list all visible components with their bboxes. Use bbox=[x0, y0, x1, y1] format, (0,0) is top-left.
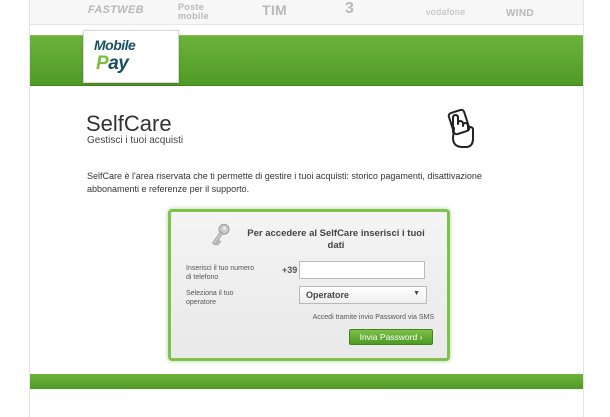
operator-select-value: Operatore bbox=[306, 290, 350, 300]
poste-mobile-logo: Poste mobile bbox=[178, 3, 209, 21]
operator-select[interactable]: Operatore ▼ bbox=[299, 286, 427, 304]
operator-label: Seleziona il tuo operatore bbox=[186, 290, 234, 306]
chevron-down-icon: ▼ bbox=[413, 290, 420, 297]
page-subtitle: Gestisci i tuoi acquisti bbox=[87, 135, 184, 146]
login-heading: Per accedere al SelfCare inserisci i tuo… bbox=[247, 228, 425, 251]
phone-label: Inserisci il tuo numero di telefono bbox=[186, 265, 255, 281]
wind-logo: WIND bbox=[506, 8, 534, 19]
send-password-button[interactable]: Invia Password › bbox=[349, 329, 433, 345]
phone-prefix: +39 bbox=[282, 265, 298, 275]
brand-logo-line2: Pay bbox=[96, 53, 129, 75]
tre-logo: 3 bbox=[345, 0, 355, 17]
touch-phone-icon bbox=[447, 108, 474, 148]
vodafone-logo: vodafone bbox=[426, 7, 466, 17]
brand-logo-p: P bbox=[96, 53, 109, 74]
phone-input[interactable] bbox=[299, 261, 425, 279]
operator-strip: FASTWEB Poste mobile TIM 3 vodafone WIND bbox=[30, 0, 583, 25]
tim-logo: TIM bbox=[262, 2, 288, 18]
page-description: SelfCare è l'area riservata che ti perme… bbox=[87, 171, 482, 194]
brand-logo-line1: Mobile bbox=[94, 37, 136, 53]
fastweb-logo: FASTWEB bbox=[88, 4, 144, 16]
footer-band bbox=[30, 374, 583, 389]
login-box: Per accedere al SelfCare inserisci i tuo… bbox=[168, 209, 450, 361]
key-icon bbox=[211, 223, 230, 246]
page-title: SelfCare bbox=[86, 111, 172, 136]
poste-logo-line2: mobile bbox=[178, 11, 209, 21]
sms-note: Accedi tramite invio Password via SMS bbox=[312, 314, 434, 321]
mobilepay-logo[interactable]: Mobile Pay bbox=[83, 30, 179, 83]
brand-logo-rest: ay bbox=[108, 53, 129, 74]
